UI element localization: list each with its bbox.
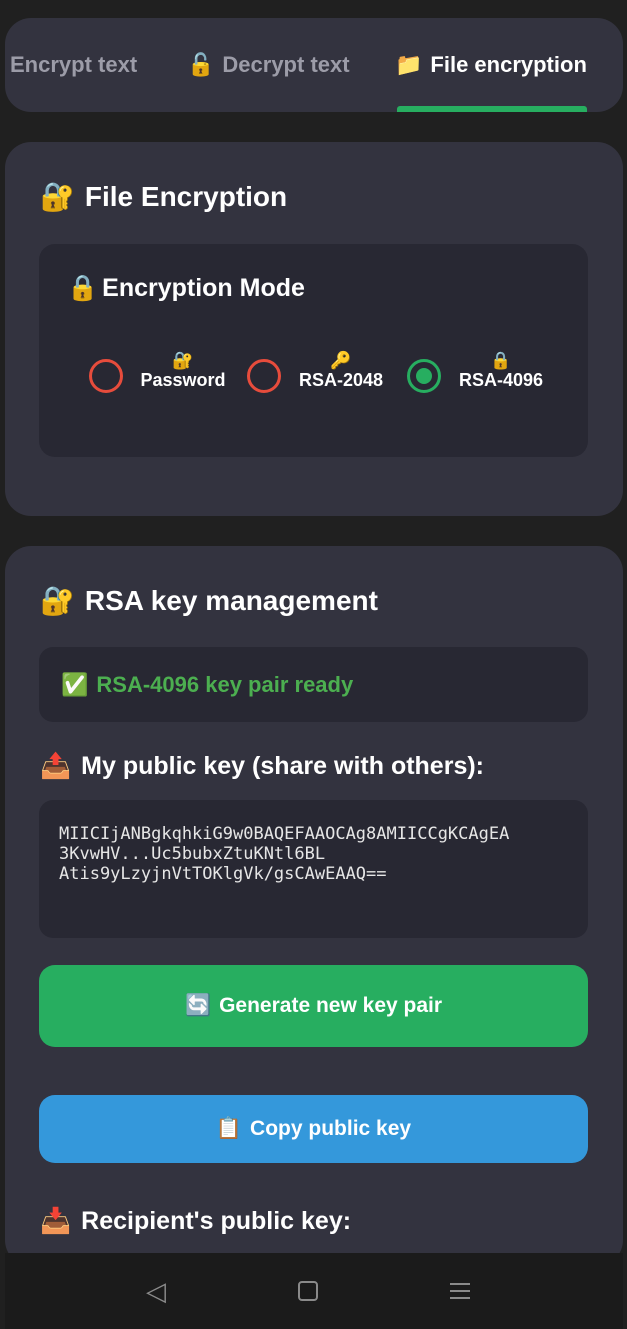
outbox-tray-icon: 📤 [40, 752, 72, 780]
back-icon[interactable]: ◁ [138, 1273, 174, 1309]
encryption-mode-title: 🔒 Encryption Mode [67, 274, 305, 303]
lock-icon: 🔒 [67, 274, 99, 302]
my-public-key-label-text: My public key (share with others): [81, 752, 484, 780]
rsa-key-management-title: 🔐 RSA key management [40, 584, 378, 617]
option-rsa-4096-label[interactable]: 🔒 RSA-4096 [453, 351, 549, 391]
radio-rsa-2048[interactable] [247, 359, 281, 393]
option-rsa-2048-text: RSA-2048 [298, 370, 384, 390]
tab-encrypt-text[interactable]: Encrypt text [10, 18, 137, 112]
check-mark-icon: ✅ [61, 671, 89, 697]
recipient-public-key-label: 📥 Recipient's public key: [40, 1207, 351, 1236]
option-password-text: Password [140, 370, 226, 390]
folder-icon: 📁 [395, 52, 423, 77]
lock-icon: 🔒 [490, 351, 512, 370]
tab-file-encryption[interactable]: 📁 File encryption [395, 18, 587, 112]
system-navigation-bar: ◁ [5, 1253, 623, 1329]
generate-key-pair-label: Generate new key pair [219, 994, 443, 1017]
tab-decrypt-text-label: Decrypt text [222, 52, 350, 77]
option-rsa-2048-label[interactable]: 🔑 RSA-2048 [293, 351, 389, 391]
refresh-icon: 🔄 [184, 994, 212, 1017]
tab-encrypt-text-label: Encrypt text [10, 52, 138, 77]
rsa-key-management-title-text: RSA key management [84, 584, 378, 616]
key-icon: 🔑 [330, 351, 352, 370]
lock-with-key-icon: 🔐 [40, 585, 75, 616]
tab-bar: Encrypt text 🔓 Decrypt text 📁 File encry… [5, 18, 623, 112]
unlock-icon: 🔓 [187, 52, 215, 77]
lock-with-key-icon: 🔐 [172, 351, 194, 370]
recent-apps-icon[interactable] [442, 1273, 478, 1309]
option-password-label[interactable]: 🔐 Password [137, 351, 229, 391]
recipient-public-key-label-text: Recipient's public key: [81, 1207, 352, 1235]
encryption-mode-title-text: Encryption Mode [102, 274, 305, 302]
encryption-mode-panel: 🔒 Encryption Mode 🔐 Password 🔑 RSA-2048 … [39, 244, 588, 457]
inbox-tray-icon: 📥 [40, 1207, 72, 1235]
screen: Encrypt text 🔓 Decrypt text 📁 File encry… [0, 0, 627, 1329]
file-encryption-title: 🔐 File Encryption [40, 180, 287, 213]
generate-key-pair-button[interactable]: 🔄 Generate new key pair [39, 965, 588, 1047]
lock-with-key-icon: 🔐 [40, 181, 75, 212]
radio-rsa-4096[interactable] [407, 359, 441, 393]
my-public-key-label: 📤 My public key (share with others): [40, 752, 484, 781]
copy-public-key-button[interactable]: 📋 Copy public key [39, 1095, 588, 1163]
active-tab-indicator [397, 106, 587, 112]
public-key-display[interactable]: MIICIjANBgkqhkiG9w0BAQEFAAOCAg8AMIICCgKC… [39, 800, 588, 938]
option-rsa-4096-text: RSA-4096 [458, 370, 544, 390]
key-status-text: RSA-4096 key pair ready [96, 671, 354, 697]
file-encryption-card: 🔐 File Encryption 🔒 Encryption Mode 🔐 Pa… [5, 142, 623, 516]
radio-password[interactable] [89, 359, 123, 393]
copy-public-key-label: Copy public key [250, 1117, 412, 1140]
tab-decrypt-text[interactable]: 🔓 Decrypt text [187, 18, 350, 112]
tab-file-encryption-label: File encryption [430, 52, 587, 77]
file-encryption-title-text: File Encryption [84, 180, 288, 212]
rsa-key-management-card: 🔐 RSA key management ✅ RSA-4096 key pair… [5, 546, 623, 1266]
key-status-message: ✅ RSA-4096 key pair ready [39, 647, 588, 722]
home-icon[interactable] [290, 1273, 326, 1309]
clipboard-icon: 📋 [215, 1117, 243, 1140]
